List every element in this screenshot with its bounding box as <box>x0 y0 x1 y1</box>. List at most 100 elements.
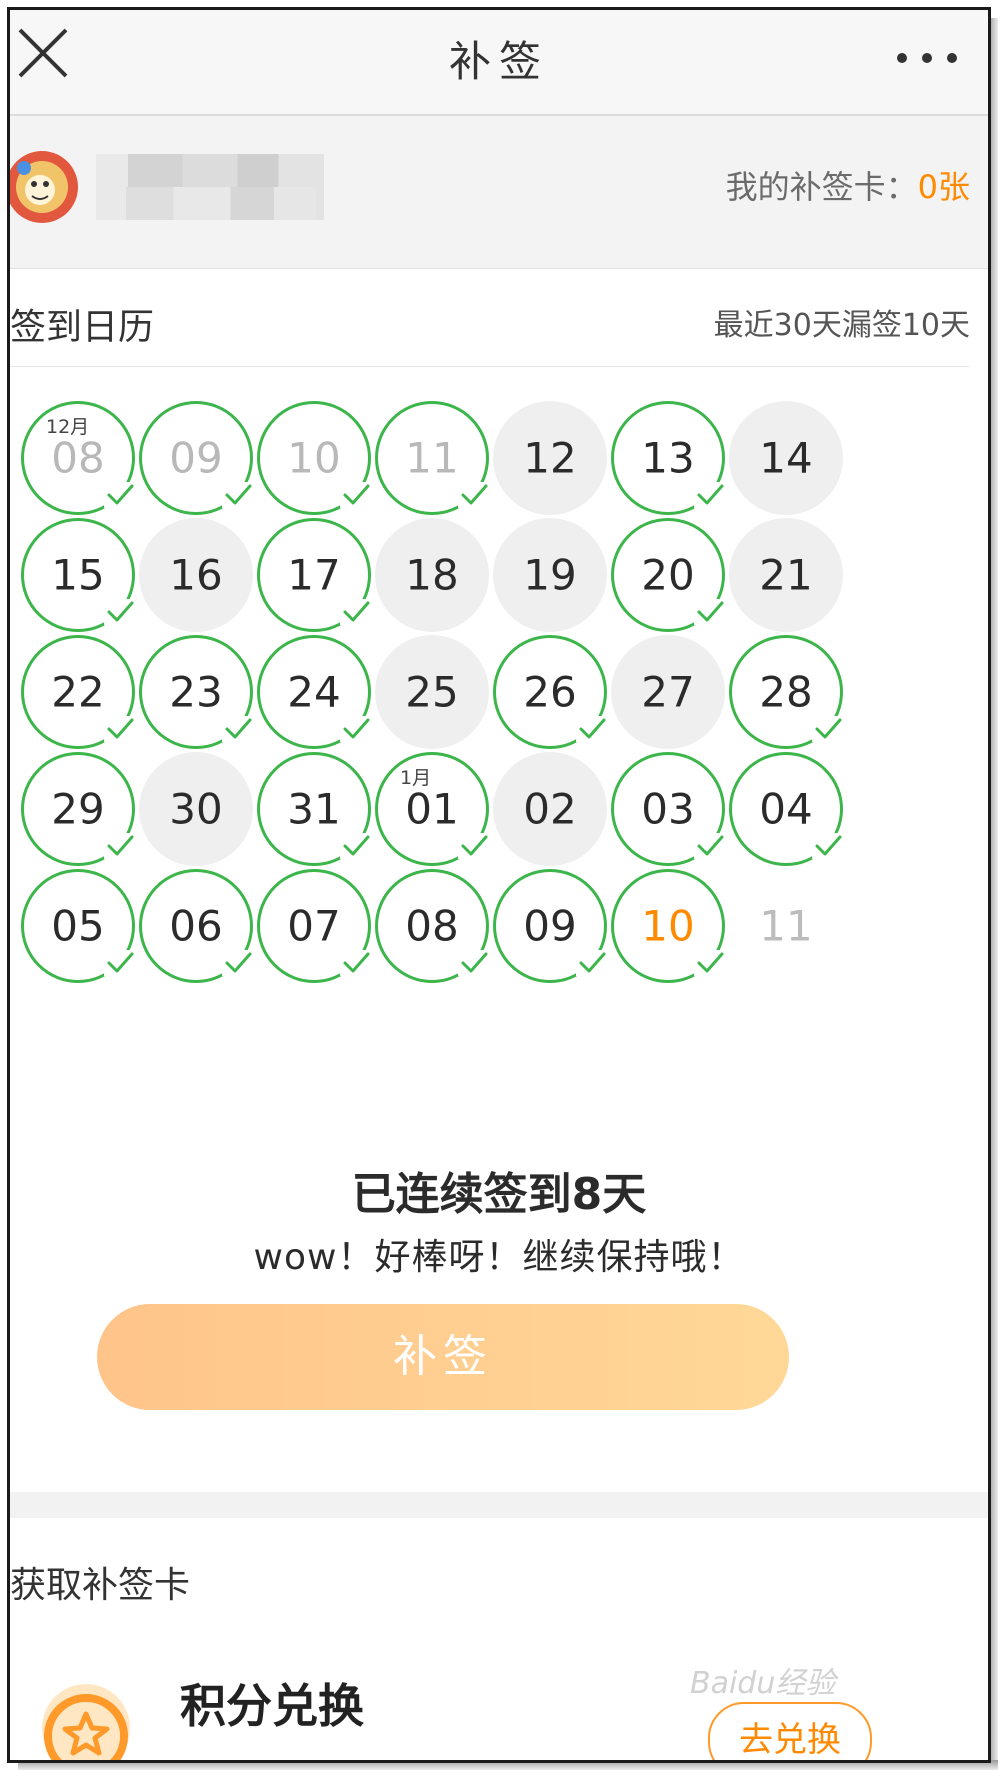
check-icon <box>340 599 372 625</box>
day-number: 31 <box>287 784 341 834</box>
calendar-day[interactable]: 03 <box>611 752 726 866</box>
check-icon <box>222 482 254 508</box>
day-number: 04 <box>759 784 813 834</box>
calendar-day[interactable]: 09 <box>493 869 608 983</box>
calendar-day[interactable]: 28 <box>729 635 844 749</box>
encourage-text: wow！好棒呀！继续保持哦！ <box>253 1237 745 1278</box>
day-number: 22 <box>51 667 105 717</box>
calendar-day[interactable]: 10 <box>257 401 372 515</box>
streak-text: 已连续签到8天 <box>351 1169 647 1220</box>
makeup-button[interactable]: 补签 <box>97 1304 789 1410</box>
calendar-day[interactable]: 16 <box>139 518 253 632</box>
day-number: 10 <box>287 433 341 483</box>
calendar-day[interactable]: 02 <box>493 752 607 866</box>
month-label: 1月 <box>400 767 432 789</box>
check-icon <box>576 716 608 742</box>
points-exchange-title: 积分兑换 <box>180 1679 364 1733</box>
app-screen: 补签 我的补签卡：0张 签到日历 最近30天漏签10天 08 12月 09 10… <box>7 7 991 1763</box>
check-icon <box>694 482 726 508</box>
check-icon <box>104 833 136 859</box>
calendar-day[interactable]: 01 1月 <box>375 752 490 866</box>
calendar-day[interactable]: 23 <box>139 635 254 749</box>
calendar-day[interactable]: 08 12月 <box>21 401 136 515</box>
calendar-day[interactable]: 29 <box>21 752 136 866</box>
calendar-day[interactable]: 20 <box>611 518 726 632</box>
frame-shadow-bottom <box>18 1760 998 1770</box>
get-card-title: 获取补签卡 <box>10 1565 191 1606</box>
day-number: 03 <box>641 784 695 834</box>
calendar-day[interactable]: 25 <box>375 635 489 749</box>
calendar-day[interactable]: 31 <box>257 752 372 866</box>
day-number: 08 <box>51 433 105 483</box>
calendar-day[interactable]: 06 <box>139 869 254 983</box>
day-number: 02 <box>523 784 577 834</box>
calendar-day[interactable]: 08 <box>375 869 490 983</box>
calendar-day[interactable]: 09 <box>139 401 254 515</box>
calendar-day[interactable]: 24 <box>257 635 372 749</box>
calendar-day[interactable]: 10 <box>611 869 726 983</box>
day-number: 06 <box>169 901 223 951</box>
day-number: 14 <box>759 433 813 483</box>
calendar-day[interactable]: 18 <box>375 518 489 632</box>
day-number: 13 <box>641 433 695 483</box>
calendar-grid: 08 12月 09 10 11 12 13 14 15 16 17 18 19 20 21 22 23 24 25 2… <box>10 10 970 1110</box>
check-icon <box>104 599 136 625</box>
calendar-day[interactable]: 05 <box>21 869 136 983</box>
calendar-day[interactable]: 19 <box>493 518 607 632</box>
day-number: 12 <box>523 433 577 483</box>
day-number: 09 <box>169 433 223 483</box>
calendar-day[interactable]: 22 <box>21 635 136 749</box>
day-number: 29 <box>51 784 105 834</box>
check-icon <box>812 716 844 742</box>
calendar-day[interactable]: 30 <box>139 752 253 866</box>
day-number: 28 <box>759 667 813 717</box>
day-number: 30 <box>169 784 223 834</box>
day-number: 16 <box>169 550 223 600</box>
check-icon <box>222 950 254 976</box>
calendar-day[interactable]: 26 <box>493 635 608 749</box>
calendar-day[interactable]: 27 <box>611 635 725 749</box>
frame-shadow-right <box>988 18 998 1768</box>
day-number: 10 <box>641 901 695 951</box>
calendar-day[interactable]: 14 <box>729 401 843 515</box>
points-exchange-icon <box>36 1678 136 1760</box>
check-icon <box>340 950 372 976</box>
check-icon <box>340 833 372 859</box>
day-number: 05 <box>51 901 105 951</box>
check-icon <box>694 599 726 625</box>
check-icon <box>104 716 136 742</box>
day-number: 17 <box>287 550 341 600</box>
day-number: 20 <box>641 550 695 600</box>
day-number: 18 <box>405 550 459 600</box>
calendar-day[interactable]: 12 <box>493 401 607 515</box>
day-number: 07 <box>287 901 341 951</box>
check-icon <box>458 950 490 976</box>
calendar-day[interactable]: 21 <box>729 518 843 632</box>
day-number: 08 <box>405 901 459 951</box>
day-number: 23 <box>169 667 223 717</box>
day-number: 26 <box>523 667 577 717</box>
calendar-day[interactable]: 11 <box>729 869 843 983</box>
month-label: 12月 <box>46 416 90 438</box>
check-icon <box>812 833 844 859</box>
day-number: 21 <box>759 550 813 600</box>
day-number: 15 <box>51 550 105 600</box>
star-icon <box>42 1684 130 1760</box>
calendar-day[interactable]: 07 <box>257 869 372 983</box>
redeem-button[interactable]: 去兑换 <box>708 1702 872 1760</box>
day-number: 27 <box>641 667 695 717</box>
day-number: 01 <box>405 784 459 834</box>
day-number: 24 <box>287 667 341 717</box>
calendar-day[interactable]: 04 <box>729 752 844 866</box>
day-number: 19 <box>523 550 577 600</box>
watermark: Baidu经验 <box>690 1666 836 1701</box>
calendar-day[interactable]: 11 <box>375 401 490 515</box>
check-icon <box>104 950 136 976</box>
check-icon <box>340 482 372 508</box>
calendar-day[interactable]: 13 <box>611 401 726 515</box>
check-icon <box>222 716 254 742</box>
calendar-day[interactable]: 15 <box>21 518 136 632</box>
check-icon <box>458 833 490 859</box>
check-icon <box>694 833 726 859</box>
calendar-day[interactable]: 17 <box>257 518 372 632</box>
